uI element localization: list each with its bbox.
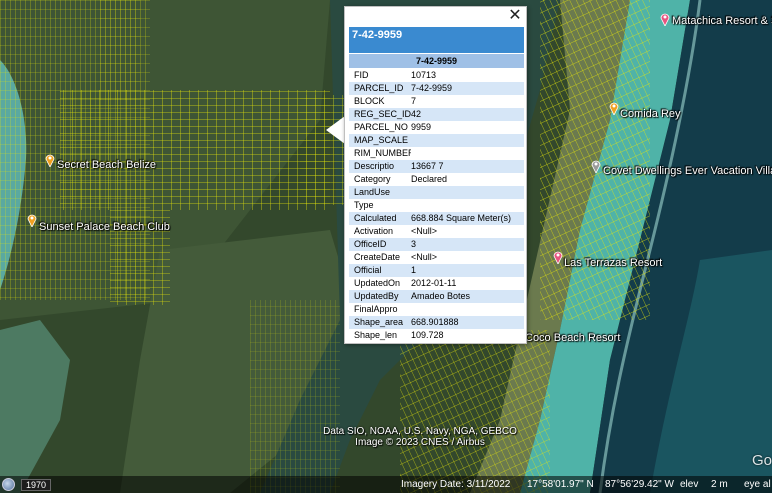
historical-imagery-icon[interactable] [2, 478, 15, 491]
place-label-matachica[interactable]: Matachica Resort & Sp [672, 15, 772, 27]
attribute-value: Declared [411, 174, 448, 184]
attribute-value: <Null> [411, 252, 438, 262]
latitude-readout: 17°58'01.97" N [527, 479, 594, 490]
attribute-key: FID [354, 70, 369, 80]
attribute-value [411, 303, 524, 316]
orange-pin-icon[interactable] [45, 153, 55, 167]
attribute-key: FinalAppro [354, 304, 398, 314]
attribute-value: <Null> [411, 226, 438, 236]
attribute-key: UpdatedBy [354, 291, 399, 301]
attribute-value: 10713 [411, 70, 437, 80]
attribute-row: BLOCK 7 [349, 95, 524, 108]
attribute-value: 7-42-9959 [411, 83, 453, 93]
attribute-value: 668.901888 [411, 317, 459, 327]
attribute-row: OfficeID 3 [349, 238, 524, 251]
attribute-value: 42 [411, 109, 422, 119]
attribute-key: Calculated [354, 213, 397, 223]
attribute-value: 2012-01-11 [411, 278, 457, 288]
attribute-row: Activation <Null> [349, 225, 524, 238]
attribute-key: Category [354, 174, 391, 184]
attribute-row: REG_SEC_ID 42 [349, 108, 524, 121]
attribution-line-2: Image © 2023 CNES / Airbus [355, 437, 485, 448]
pink-pin-icon[interactable] [553, 250, 563, 264]
attribute-value: 13667 7 [411, 161, 444, 171]
attribute-key: Shape_len [354, 330, 398, 340]
attribute-row: FinalAppro [349, 303, 524, 316]
attribution-line-1: Data SIO, NOAA, U.S. Navy, NGA, GEBCO [323, 426, 517, 437]
attribute-row: Category Declared [349, 173, 524, 186]
attribute-value: 109.728 [411, 330, 444, 340]
attribute-row: FID 10713 [349, 69, 524, 82]
attribute-value: 668.884 Square Meter(s) [411, 213, 512, 223]
grey-pin-icon[interactable] [591, 159, 601, 173]
attribute-key: PARCEL_ID [354, 83, 404, 93]
info-balloon: ✕ 7-42-9959 7-42-9959 FID 10713 PARCEL_ID 7… [344, 6, 527, 344]
attribute-key: REG_SEC_ID [354, 109, 411, 119]
attribute-value [411, 199, 524, 212]
attribute-row: LandUse [349, 186, 524, 199]
place-label-comida-rey[interactable]: Comida Rey [620, 108, 681, 120]
attribute-key: UpdatedOn [354, 278, 401, 288]
attribute-key: PARCEL_NO [354, 122, 408, 132]
elevation-value: 2 m [711, 479, 728, 490]
attribute-key: MAP_SCALE [354, 135, 409, 145]
attribute-value: 3 [411, 239, 417, 249]
place-label-secret-beach[interactable]: Secret Beach Belize [57, 159, 156, 171]
attribute-row: UpdatedBy Amadeo Botes [349, 290, 524, 303]
place-label-las-terrazas[interactable]: Las Terrazas Resort [564, 257, 662, 269]
attribute-value [411, 134, 524, 147]
attribute-row: Type [349, 199, 524, 212]
elevation-label: elev [680, 479, 699, 490]
orange-pin-icon[interactable] [27, 213, 37, 227]
attribute-key: Shape_area [354, 317, 404, 327]
historical-year[interactable]: 1970 [21, 478, 52, 491]
attribute-key: CreateDate [354, 252, 401, 262]
attribute-row: Calculated 668.884 Square Meter(s) [349, 212, 524, 225]
attribute-table: FID 10713 PARCEL_ID 7-42-9959 BLOCK 7 REG_SEC_… [349, 69, 524, 342]
attribute-row: UpdatedOn 2012-01-11 [349, 277, 524, 290]
attribute-row: PARCEL_NO 9959 [349, 121, 524, 134]
attribute-row: Descriptio 13667 7 [349, 160, 524, 173]
place-label-coco-beach[interactable]: Coco Beach Resort [525, 332, 620, 344]
attribute-key: OfficeID [354, 239, 387, 249]
attribute-row: Shape_len 109.728 [349, 329, 524, 342]
attribute-row: PARCEL_ID 7-42-9959 [349, 82, 524, 95]
attribute-value: 7 [411, 96, 417, 106]
balloon-title: 7-42-9959 [349, 27, 524, 53]
attribute-value [411, 186, 524, 199]
place-label-sunset-palace[interactable]: Sunset Palace Beach Club [39, 221, 170, 233]
longitude-readout: 87°56'29.42" W [605, 479, 674, 490]
attribute-key: LandUse [354, 187, 391, 197]
attribute-value [411, 147, 524, 160]
balloon-tail [326, 116, 345, 144]
attribute-value: 9959 [411, 122, 432, 132]
orange-pin-icon[interactable] [609, 101, 619, 115]
place-label-covet-dwellings[interactable]: Covet Dwellings Ever Vacation Villa [603, 165, 772, 177]
attribute-row: Official 1 [349, 264, 524, 277]
attribute-key: BLOCK [354, 96, 385, 106]
attribute-row: CreateDate <Null> [349, 251, 524, 264]
historical-imagery-control[interactable]: 1970 [0, 476, 52, 493]
attribute-row: Shape_area 668.901888 [349, 316, 524, 329]
attribute-row: RIM_NUMBER [349, 147, 524, 160]
attribute-key: RIM_NUMBER [354, 148, 411, 158]
google-logo: Go [752, 452, 772, 469]
balloon-table-header: 7-42-9959 [349, 54, 524, 68]
attribute-key: Official [354, 265, 382, 275]
attribute-value: 1 [411, 265, 417, 275]
attribute-key: Descriptio [354, 161, 395, 171]
attribute-key: Type [354, 200, 374, 210]
attribute-row: MAP_SCALE [349, 134, 524, 147]
attribute-key: Activation [354, 226, 394, 236]
pink-pin-icon[interactable] [660, 12, 670, 26]
attribute-value: Amadeo Botes [411, 291, 471, 301]
close-icon[interactable]: ✕ [508, 8, 522, 24]
status-bar: 1970 Imagery Date: 3/11/2022 17°58'01.97… [0, 476, 772, 493]
imagery-date: Imagery Date: 3/11/2022 [401, 479, 511, 490]
eye-altitude: eye al [744, 479, 771, 490]
